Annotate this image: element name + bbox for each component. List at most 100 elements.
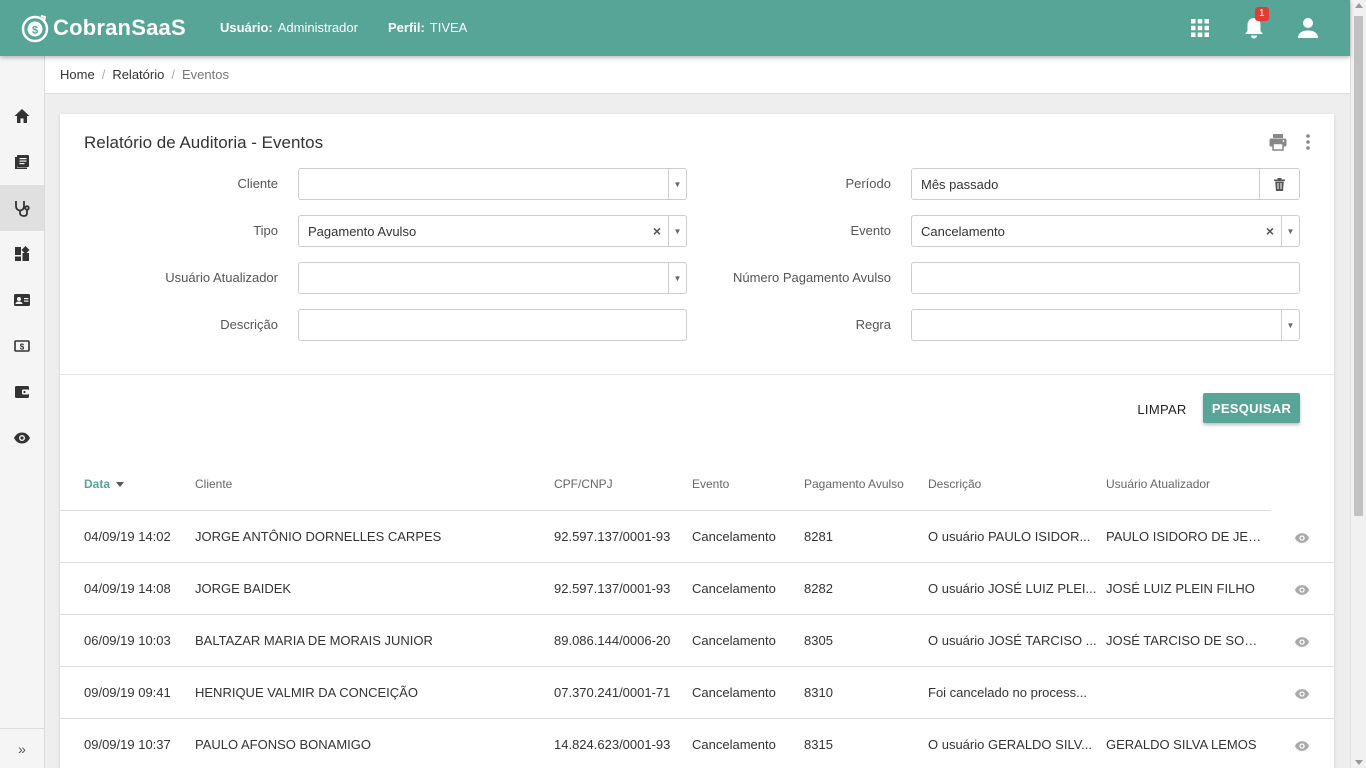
chevron-down-icon[interactable]: ▼ (1281, 216, 1299, 246)
clear-button[interactable]: LIMPAR (1130, 394, 1194, 424)
divider (60, 374, 1334, 375)
column-header-evento[interactable]: Evento (692, 477, 729, 491)
sidebar-item-dashboard[interactable] (0, 231, 44, 277)
trash-icon[interactable] (1259, 169, 1299, 199)
table-row[interactable]: 06/09/19 10:03 BALTAZAR MARIA DE MORAIS … (60, 615, 1334, 667)
more-vertical-icon[interactable] (1300, 132, 1316, 152)
evento-select[interactable]: Cancelamento × ▼ (911, 215, 1300, 247)
cell-pagamento: 8281 (804, 529, 833, 544)
view-eye-icon[interactable] (1294, 738, 1310, 754)
view-eye-icon[interactable] (1294, 686, 1310, 702)
profile-label: Perfil: (387, 20, 425, 35)
column-header-descricao[interactable]: Descrição (928, 477, 981, 491)
column-header-usuario[interactable]: Usuário Atualizador (1106, 477, 1210, 491)
cell-pagamento: 8315 (804, 737, 833, 752)
scroll-thumb[interactable] (1354, 16, 1363, 516)
search-button[interactable]: PESQUISAR (1203, 393, 1300, 423)
breadcrumb-report[interactable]: Relatório (112, 67, 164, 82)
notification-bell-icon[interactable]: 1 (1242, 7, 1269, 40)
cell-data: 09/09/19 10:37 (84, 737, 171, 752)
numero-input[interactable] (911, 262, 1300, 294)
apps-grid-icon[interactable] (1188, 16, 1212, 40)
breadcrumb-separator: / (101, 67, 106, 82)
periodo-label: Período (845, 176, 891, 191)
sidebar: $ » (0, 56, 45, 768)
chevron-down-icon[interactable]: ▼ (668, 263, 686, 293)
top-bar: $ CobranSaaS Usuário: Administrador Perfi… (0, 0, 1350, 56)
cell-descricao: O usuário PAULO ISIDOR... (928, 529, 1091, 544)
cell-cliente: HENRIQUE VALMIR DA CONCEIÇÃO (195, 685, 418, 700)
cell-cliente: JORGE BAIDEK (195, 581, 292, 596)
page-title: Relatório de Auditoria - Eventos (84, 133, 324, 152)
book-icon (15, 155, 29, 169)
tipo-label: Tipo (253, 223, 278, 238)
cell-descricao: O usuário JOSÉ TARCISO ... (928, 633, 1097, 648)
dashboard-icon (15, 246, 30, 261)
table-row[interactable]: 04/09/19 14:08 JORGE BAIDEK 92.597.137/0… (60, 563, 1334, 615)
clear-icon[interactable]: × (646, 223, 668, 239)
chevron-down-icon[interactable]: ▼ (668, 216, 686, 246)
sidebar-item-contacts[interactable] (0, 277, 44, 323)
table-row[interactable]: 09/09/19 09:41 HENRIQUE VALMIR DA CONCEI… (60, 667, 1334, 719)
user-account-icon[interactable] (1296, 16, 1320, 40)
cell-cpf: 92.597.137/0001-93 (554, 581, 671, 596)
sidebar-item-monitor[interactable] (0, 415, 44, 461)
tipo-value: Pagamento Avulso (308, 223, 417, 239)
view-eye-icon[interactable] (1294, 582, 1310, 598)
cell-cpf: 07.370.241/0001-71 (554, 685, 671, 700)
cell-cpf: 92.597.137/0001-93 (554, 529, 671, 544)
periodo-input[interactable]: Mês passado (911, 168, 1300, 200)
cell-cpf: 89.086.144/0006-20 (554, 633, 671, 648)
user-label: Usuário: (220, 20, 273, 35)
cell-data: 04/09/19 14:08 (84, 581, 171, 596)
cell-data: 04/09/19 14:02 (84, 529, 171, 544)
cell-cliente: BALTAZAR MARIA DE MORAIS JUNIOR (195, 633, 433, 648)
report-card: Relatório de Auditoria - Eventos Cliente… (60, 114, 1334, 768)
app-logo[interactable]: $ CobranSaaS (20, 12, 186, 44)
money-icon: $ (14, 340, 30, 352)
table-row[interactable]: 04/09/19 14:02 JORGE ANTÔNIO DORNELLES C… (60, 511, 1334, 563)
regra-select[interactable]: ▼ (911, 309, 1300, 341)
tipo-select[interactable]: Pagamento Avulso × ▼ (298, 215, 687, 247)
print-icon[interactable] (1268, 132, 1288, 152)
wallet-icon (15, 386, 29, 398)
periodo-value: Mês passado (921, 176, 999, 192)
user-value: Administrador (277, 20, 358, 35)
column-header-data[interactable]: Data (84, 477, 125, 491)
view-eye-icon[interactable] (1294, 530, 1310, 546)
sidebar-item-records[interactable] (0, 139, 44, 185)
view-eye-icon[interactable] (1294, 634, 1310, 650)
chevron-down-icon[interactable]: ▼ (1281, 310, 1299, 340)
scroll-down-arrow-icon[interactable] (1355, 760, 1363, 765)
cell-descricao: Foi cancelado no process... (928, 685, 1087, 700)
page-scrollbar[interactable] (1350, 0, 1366, 768)
app-name: CobranSaaS (53, 15, 186, 40)
profile-value: TIVEA (429, 20, 468, 35)
cell-evento: Cancelamento (692, 633, 776, 648)
cell-data: 09/09/19 09:41 (84, 685, 171, 700)
sidebar-expand-button[interactable]: » (0, 728, 44, 768)
sidebar-item-wallet[interactable] (0, 369, 44, 415)
cell-pagamento: 8282 (804, 581, 833, 596)
sidebar-item-billing[interactable]: $ (0, 323, 44, 369)
column-header-pagamento[interactable]: Pagamento Avulso (804, 477, 904, 491)
scroll-up-arrow-icon[interactable] (1355, 3, 1363, 8)
usuario-select[interactable]: ▼ (298, 262, 687, 294)
cell-usuario: JOSÉ TARCISO DE SOUZA (1106, 633, 1266, 648)
cliente-select[interactable]: ▼ (298, 168, 687, 200)
svg-text:$: $ (32, 25, 38, 37)
table-row[interactable]: 09/09/19 10:37 PAULO AFONSO BONAMIGO 14.… (60, 719, 1334, 768)
sidebar-item-home[interactable] (0, 93, 44, 139)
home-icon (14, 109, 30, 123)
sidebar-item-audit[interactable] (0, 185, 44, 231)
column-header-cliente[interactable]: Cliente (195, 477, 232, 491)
chevron-down-icon[interactable]: ▼ (668, 169, 686, 199)
user-field: Usuário: Administrador (220, 20, 358, 35)
breadcrumb-home[interactable]: Home (60, 67, 95, 82)
descricao-input[interactable] (298, 309, 687, 341)
clear-icon[interactable]: × (1259, 223, 1281, 239)
cell-cpf: 14.824.623/0001-93 (554, 737, 671, 752)
cell-evento: Cancelamento (692, 529, 776, 544)
notification-badge: 1 (1255, 7, 1269, 21)
column-header-cpf[interactable]: CPF/CNPJ (554, 477, 613, 491)
